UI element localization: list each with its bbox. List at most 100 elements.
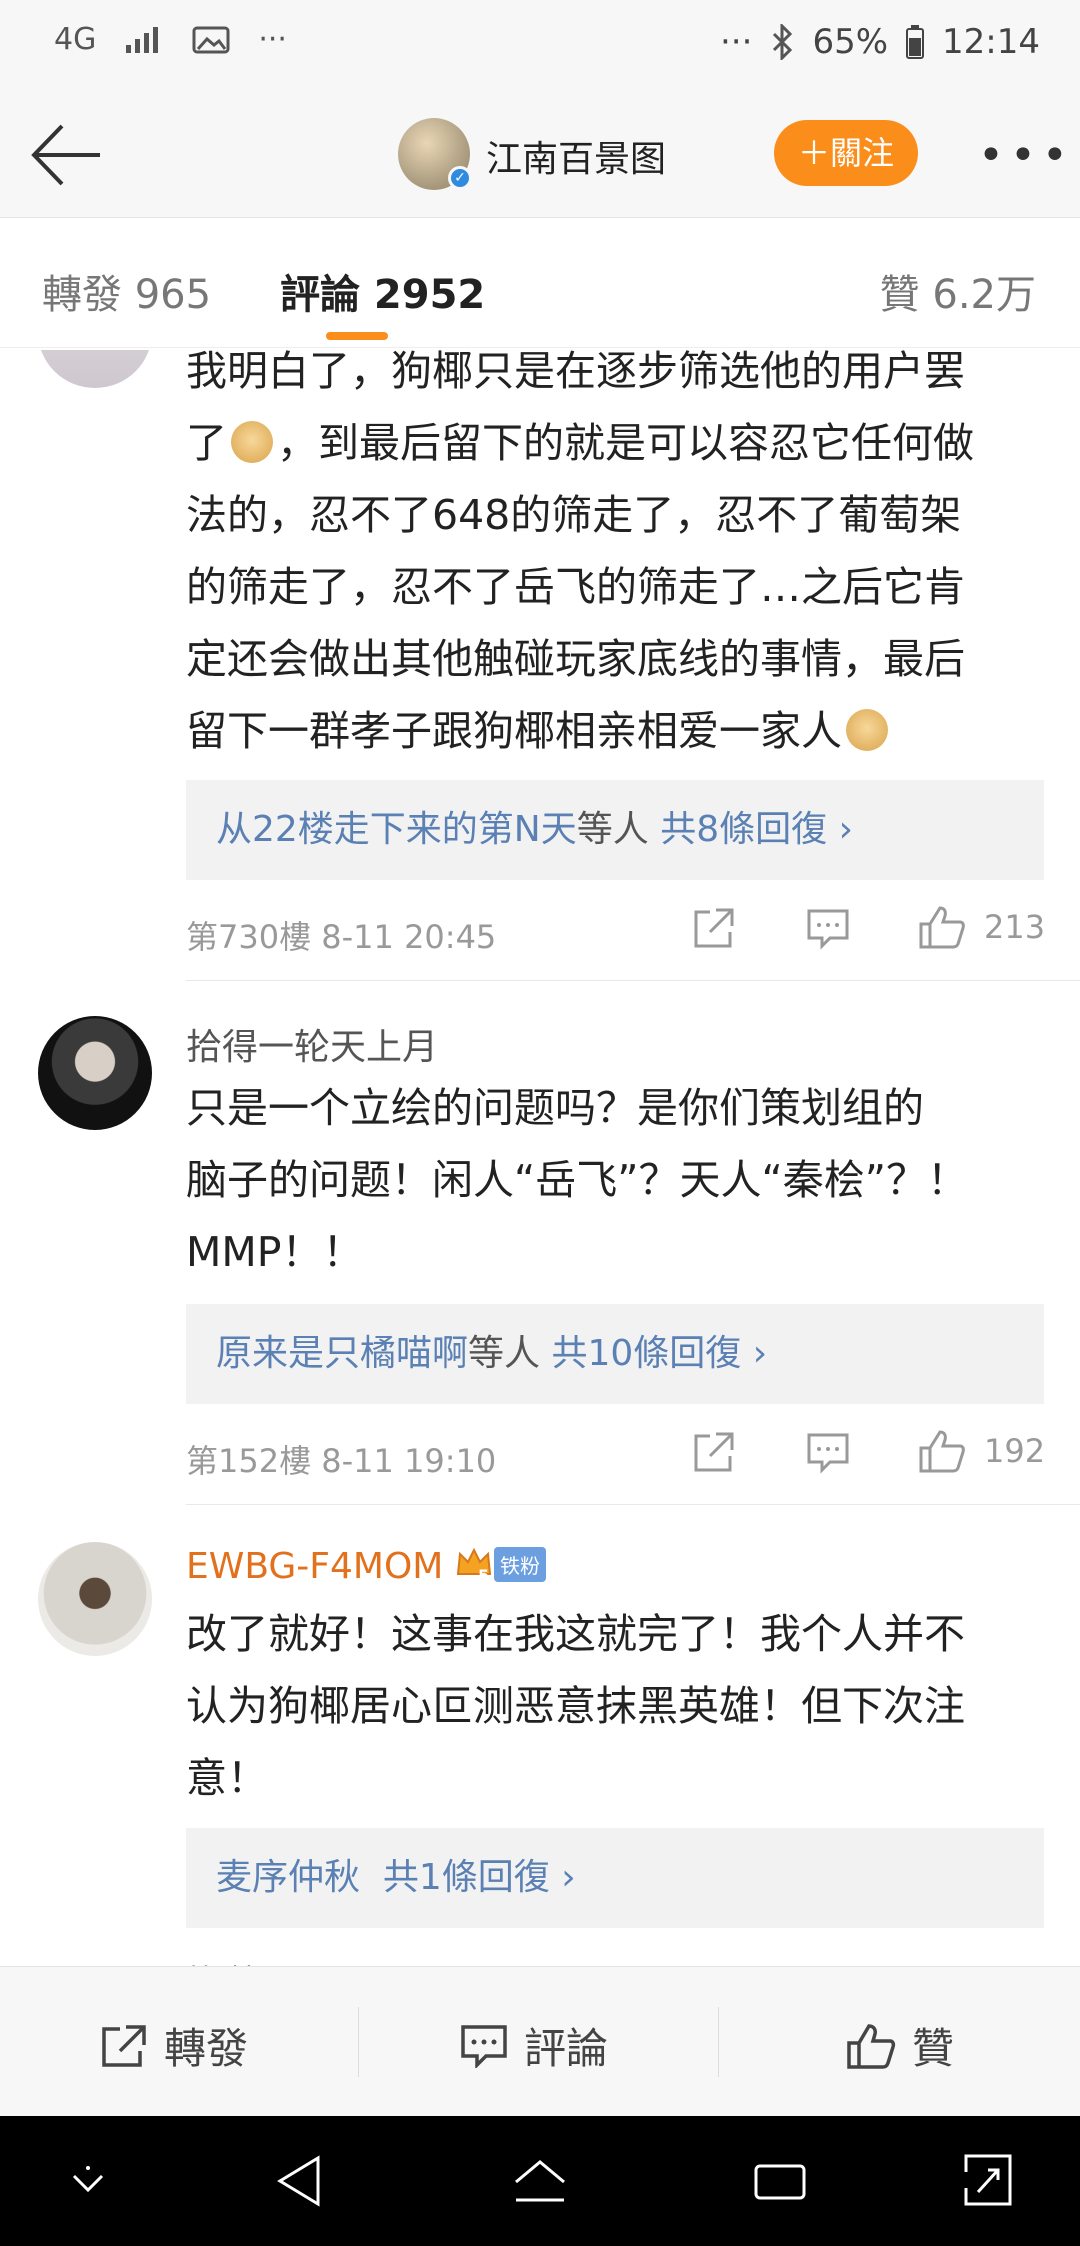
reply-username[interactable]: 从22楼走下来的第N天 [216, 809, 577, 850]
home-nav-button[interactable] [510, 2156, 570, 2206]
comment-line-text: 留下一群孝子跟狗椰相亲相爱一家人 [186, 707, 842, 755]
top-nav-bar: ✓ 江南百景图 ＋關注 ••• [0, 90, 1080, 218]
verified-badge-icon: ✓ [448, 166, 472, 190]
like-label: 贊 [912, 2024, 955, 2073]
floor-number: 第730樓 [186, 918, 312, 956]
thumbs-up-icon [919, 906, 965, 949]
home-icon [515, 2160, 565, 2202]
comment-body: 改了就好！这事在我这就完了！我个人并不 认为狗椰居心叵测恶意抹黑英雄！但下次注 … [186, 1598, 1056, 1814]
rotate-screen-button[interactable] [962, 2152, 1014, 2208]
fan-badge: 5 铁粉 [454, 1544, 546, 1585]
image-icon [192, 25, 230, 55]
comment-meta: 第730樓 8-11 20:45 [186, 912, 496, 958]
reply-username[interactable]: 麦序仲秋 [216, 1857, 360, 1898]
repost-label: 轉發 [164, 2024, 249, 2073]
system-nav-bar [0, 2116, 1080, 2246]
comment-icon [807, 909, 849, 950]
account-name[interactable]: 江南百景图 [486, 130, 666, 182]
battery-icon [906, 25, 925, 59]
comment-line: 法的，忍不了648的筛走了，忍不了葡萄架 [186, 491, 962, 539]
floor-number: 第152樓 [186, 1442, 312, 1480]
tab-likes[interactable]: 贊 6.2万 [880, 262, 1036, 320]
chevron-down-icon [72, 2166, 104, 2193]
triangle-back-icon [277, 2155, 320, 2207]
comment-line: 定还会做出其他触碰玩家底线的事情，最后 [186, 635, 965, 683]
back-arrow-icon [31, 124, 100, 186]
tab-repost[interactable]: 轉發 965 [42, 262, 211, 320]
avatar[interactable] [38, 1016, 152, 1130]
signal-icon [124, 25, 164, 55]
comment-body: 只是一个立绘的问题吗？是你们策划组的 脑子的问题！闲人“岳飞”？天人“秦桧”？！… [186, 1072, 1056, 1288]
divider [186, 980, 1080, 981]
separator [358, 2007, 359, 2077]
comment-line: 了 ，到最后留下的就是可以容忍它任何做 [186, 407, 1056, 479]
comment-line: 改了就好！这事在我这就完了！我个人并不 [186, 1610, 965, 1658]
reply-count-link[interactable]: 共1條回復 › [383, 1857, 576, 1898]
status-bar: 4G ··· ··· 65% 12:14 [0, 0, 1080, 90]
status-more-right: ··· [720, 22, 753, 62]
bluetooth-icon [770, 24, 794, 60]
follow-button[interactable]: ＋關注 [774, 120, 918, 186]
badge-level: 5 [478, 1566, 490, 1585]
expand-icon [964, 2154, 1012, 2206]
comment-meta: 第152樓 8-11 19:10 [186, 1436, 496, 1482]
like-count: 192 [984, 1432, 1046, 1470]
status-more-left: ··· [258, 22, 287, 57]
reply-count-link[interactable]: 共8條回復 › [660, 809, 853, 850]
back-button[interactable] [28, 120, 108, 190]
like-button[interactable]: 192 [918, 1428, 1045, 1474]
comment-label: 評論 [524, 2024, 609, 2073]
comment-line: 的筛走了，忍不了岳飞的筛走了…之后它肯 [186, 563, 965, 611]
share-button[interactable] [692, 906, 736, 950]
reply-preview[interactable]: 原来是只橘喵啊等人 共10條回復 › [186, 1304, 1044, 1404]
repost-button[interactable]: 轉發 [100, 2015, 248, 2076]
share-icon [694, 1432, 734, 1472]
comment-body: 我明白了，狗椰只是在逐步筛选他的用户罢 了 ，到最后留下的就是可以容忍它任何做 法… [186, 335, 1056, 767]
comment-icon [807, 1433, 849, 1474]
comment-time: 8-11 20:45 [321, 918, 497, 956]
recents-nav-button[interactable] [752, 2158, 808, 2206]
separator [718, 2007, 719, 2077]
comment-line: 脑子的问题！闲人“岳飞”？天人“秦桧”？！ [186, 1156, 968, 1204]
status-right: ··· 65% 12:14 [720, 22, 1040, 62]
like-count: 213 [984, 908, 1046, 946]
comment-line: 留下一群孝子跟狗椰相亲相爱一家人 [186, 695, 1056, 767]
crown-icon: 5 [454, 1544, 494, 1585]
clock: 12:14 [942, 22, 1040, 62]
share-icon [694, 908, 734, 948]
reply-button[interactable] [806, 908, 850, 950]
reply-others: 等人 [468, 1333, 541, 1374]
comment-line-text: 了 [186, 419, 227, 467]
comment-line: 意！ [186, 1754, 268, 1802]
comment-line: 认为狗椰居心叵测恶意抹黑英雄！但下次注 [186, 1682, 965, 1730]
reply-preview[interactable]: 从22楼走下来的第N天等人 共8條回復 › [186, 780, 1044, 880]
reply-count-link[interactable]: 共10條回復 › [551, 1333, 767, 1374]
back-nav-button[interactable] [274, 2154, 324, 2208]
like-post-button[interactable]: 贊 [846, 2015, 954, 2076]
badge-label: 铁粉 [494, 1546, 546, 1582]
username[interactable]: 拾得一轮天上月 [186, 1018, 438, 1070]
status-left: 4G ··· [54, 22, 287, 57]
comment-button[interactable]: 評論 [460, 2015, 608, 2076]
bottom-action-bar: 轉發 評論 贊 [0, 1966, 1080, 2116]
share-button[interactable] [692, 1430, 736, 1474]
comment-time: 8-11 19:10 [321, 1442, 497, 1480]
divider [186, 1504, 1080, 1505]
comment-line: 我明白了，狗椰只是在逐步筛选他的用户罢 [186, 347, 965, 395]
hide-keyboard-button[interactable] [66, 2162, 110, 2202]
reply-button[interactable] [806, 1432, 850, 1474]
comment-icon [461, 2024, 507, 2068]
like-button[interactable]: 213 [918, 904, 1045, 950]
comment-line: 只是一个立绘的问题吗？是你们策划组的 [186, 1084, 924, 1132]
tab-bar: 轉發 965 評論 2952 贊 6.2万 [0, 218, 1080, 348]
more-options-button[interactable]: ••• [978, 130, 1074, 181]
recents-icon [754, 2164, 806, 2200]
reply-others: 等人 [576, 809, 649, 850]
network-indicator: 4G [54, 22, 97, 57]
username[interactable]: EWBG-F4MOM [186, 1546, 443, 1587]
avatar[interactable] [38, 1542, 152, 1656]
tab-comments[interactable]: 評論 2952 [280, 262, 485, 320]
battery-percent: 65% [812, 22, 889, 62]
reply-preview[interactable]: 麦序仲秋 共1條回復 › [186, 1828, 1044, 1928]
reply-username[interactable]: 原来是只橘喵啊 [216, 1333, 468, 1374]
